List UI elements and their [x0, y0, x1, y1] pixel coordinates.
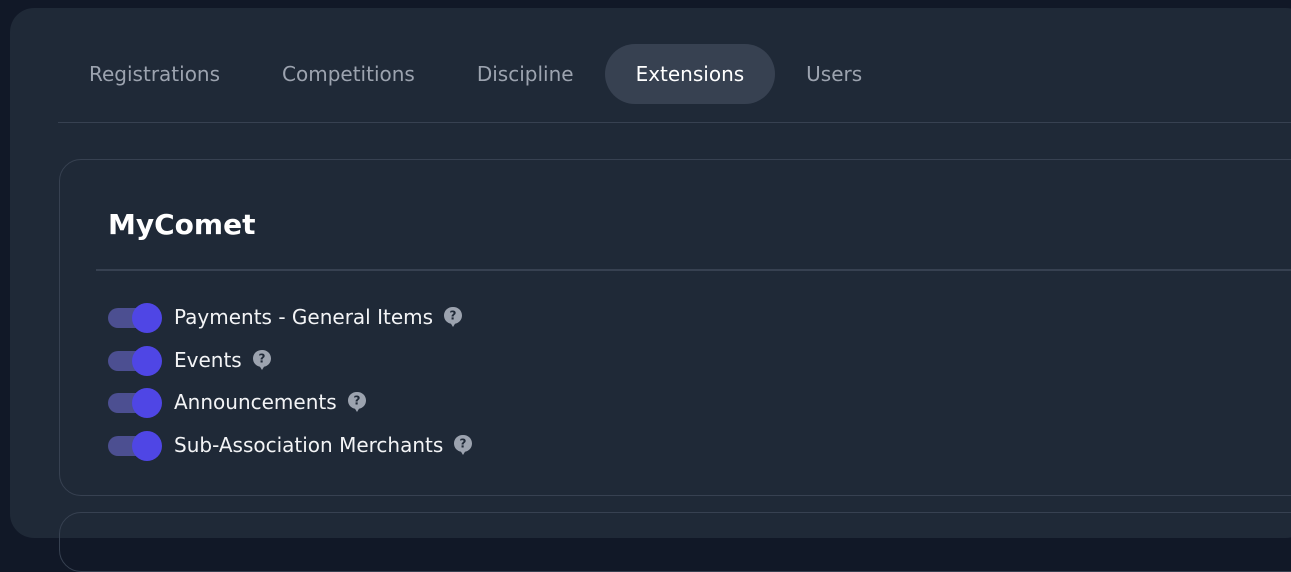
help-icon[interactable]: ? — [453, 434, 473, 456]
toggle-knob — [132, 345, 162, 376]
svg-text:?: ? — [258, 351, 265, 365]
merchants-toggle[interactable] — [108, 430, 162, 461]
settings-panel: Registrations Competitions Discipline Ex… — [10, 8, 1291, 572]
tab-registrations[interactable]: Registrations — [58, 44, 251, 104]
toggle-knob — [132, 388, 162, 419]
extensions-card: MyComet Payments - General Items ? Event… — [59, 159, 1291, 496]
section-divider — [96, 269, 1291, 271]
help-icon[interactable]: ? — [252, 349, 272, 371]
section-title: MyComet — [108, 208, 256, 241]
tab-bar: Registrations Competitions Discipline Ex… — [58, 44, 893, 104]
next-card — [59, 512, 1291, 572]
tab-competitions[interactable]: Competitions — [251, 44, 446, 104]
extension-row-announcements: Announcements ? — [108, 381, 473, 424]
help-icon[interactable]: ? — [443, 306, 463, 328]
tab-extensions[interactable]: Extensions — [604, 44, 776, 104]
payments-toggle[interactable] — [108, 302, 162, 334]
extension-row-events: Events ? — [108, 339, 473, 382]
tab-discipline[interactable]: Discipline — [446, 44, 605, 104]
tabs-divider — [58, 122, 1291, 123]
extension-label: Sub-Association Merchants — [174, 432, 444, 457]
extension-label: Announcements — [174, 390, 337, 415]
toggle-knob — [132, 430, 162, 461]
svg-text:?: ? — [450, 309, 457, 323]
svg-text:?: ? — [460, 436, 467, 450]
toggle-knob — [132, 303, 162, 334]
extension-label: Payments - General Items — [174, 305, 434, 330]
tab-users[interactable]: Users — [775, 44, 893, 104]
events-toggle[interactable] — [108, 345, 162, 376]
svg-text:?: ? — [353, 394, 360, 408]
help-icon[interactable]: ? — [347, 391, 367, 413]
extension-list: Payments - General Items ? Events ? Anno… — [108, 296, 473, 466]
extension-label: Events — [174, 347, 242, 372]
extension-row-merchants: Sub-Association Merchants ? — [108, 424, 473, 467]
extension-row-payments: Payments - General Items ? — [108, 296, 473, 339]
announcements-toggle[interactable] — [108, 387, 162, 419]
